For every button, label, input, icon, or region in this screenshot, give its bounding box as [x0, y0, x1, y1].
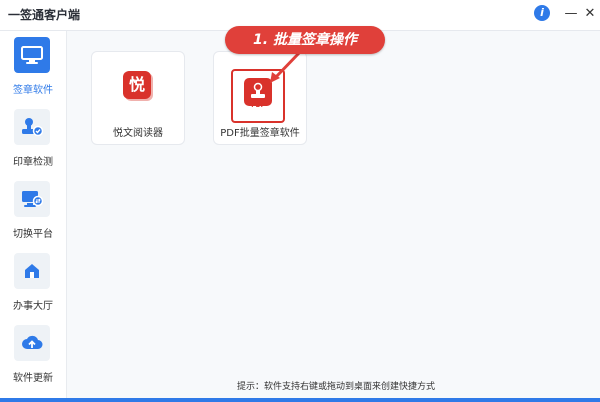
bottom-accent-bar — [0, 398, 600, 402]
annotation-callout: 1. 批量签章操作 — [225, 26, 385, 54]
hint-text: 提示：软件支持右键或拖动到桌面来创建快捷方式 — [236, 382, 435, 392]
callout-arrow — [270, 50, 302, 83]
